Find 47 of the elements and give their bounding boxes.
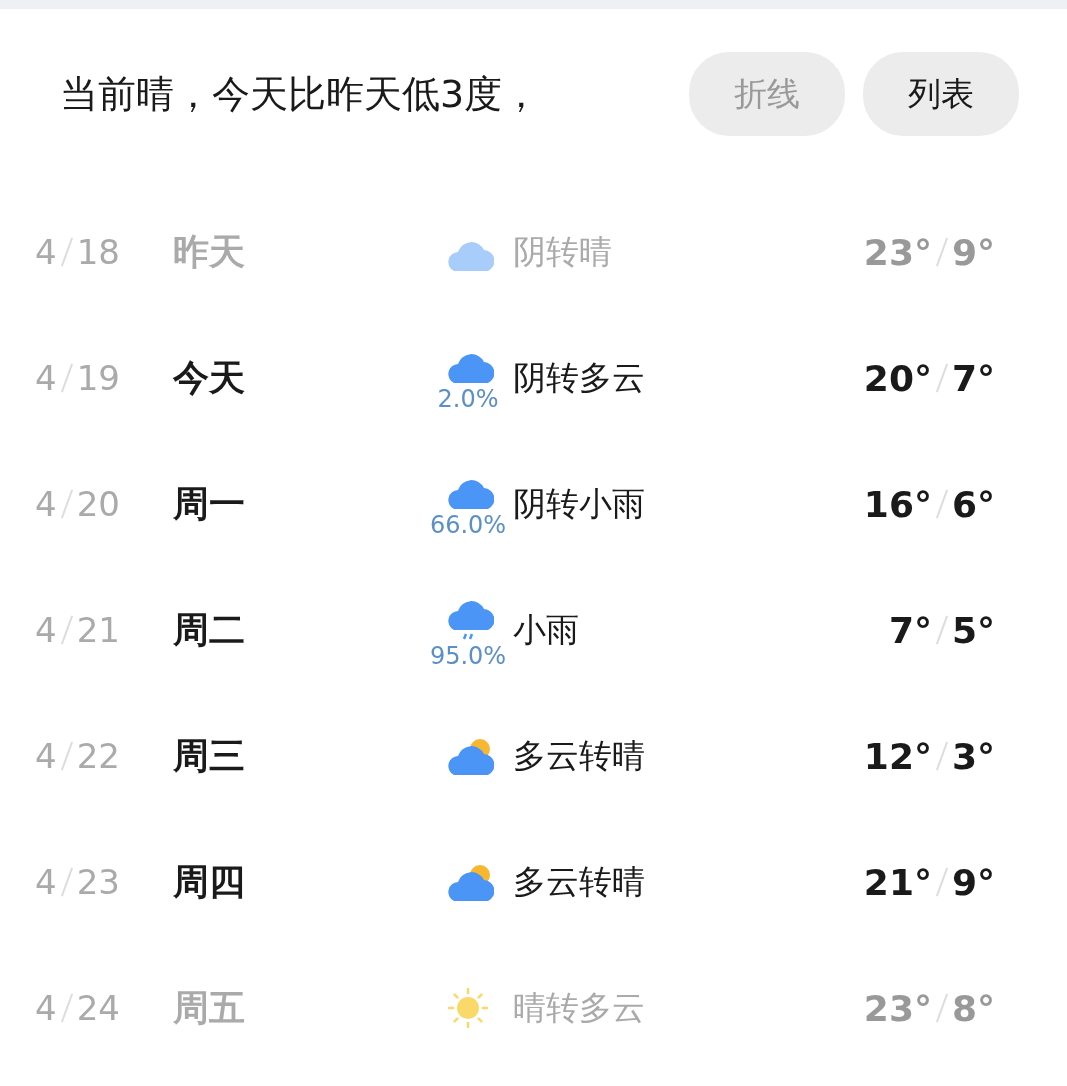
high-temp: 21° — [863, 861, 932, 903]
summary-text: 当前晴，今天比昨天低3度， — [60, 70, 542, 118]
low-temp: 5° — [951, 609, 995, 651]
month-text: 4 — [35, 232, 57, 272]
condition-text: 阴转小雨 — [512, 482, 646, 525]
day-text: 21 — [76, 610, 120, 650]
precipitation-text: 66.0% — [429, 511, 507, 539]
low-temp: 9° — [951, 231, 995, 273]
weekday-label: 昨天 — [173, 229, 246, 274]
low-temp: 3° — [951, 735, 995, 777]
day-text: 19 — [76, 358, 120, 398]
condition-text: 阴转多云 — [512, 356, 646, 399]
condition-text: 多云转晴 — [512, 734, 646, 777]
day-text: 18 — [76, 232, 120, 272]
weekday-label: 周三 — [173, 733, 246, 778]
low-temp: 9° — [951, 861, 995, 903]
weekday-label: 今天 — [173, 355, 246, 400]
high-temp: 23° — [863, 231, 932, 273]
month-text: 4 — [35, 610, 57, 650]
weekday-label: 周一 — [173, 481, 246, 526]
condition-text: 多云转晴 — [512, 860, 646, 903]
list-view-button[interactable]: 列表 — [863, 52, 1019, 136]
month-text: 4 — [35, 736, 57, 776]
precipitation-text: 2.0% — [437, 385, 499, 413]
condition-text: 阴转晴 — [512, 230, 613, 273]
day-text: 22 — [76, 736, 120, 776]
low-temp: 6° — [951, 483, 995, 525]
high-temp: 7° — [888, 609, 932, 651]
precipitation-text: 95.0% — [429, 642, 507, 670]
condition-text: 小雨 — [512, 608, 580, 651]
day-text: 23 — [76, 862, 120, 902]
day-text: 20 — [76, 484, 120, 524]
month-text: 4 — [35, 862, 57, 902]
low-temp: 7° — [951, 357, 995, 399]
day-text: 24 — [76, 988, 120, 1028]
month-text: 4 — [35, 358, 57, 398]
month-text: 4 — [35, 988, 57, 1028]
high-temp: 16° — [863, 483, 932, 525]
weekday-label: 周五 — [173, 985, 246, 1030]
month-text: 4 — [35, 484, 57, 524]
weekday-label: 周四 — [173, 859, 246, 904]
condition-text: 晴转多云 — [512, 986, 646, 1029]
low-temp: 8° — [951, 987, 995, 1029]
high-temp: 23° — [863, 987, 932, 1029]
high-temp: 20° — [863, 357, 932, 399]
high-temp: 12° — [863, 735, 932, 777]
weekday-label: 周二 — [173, 607, 246, 652]
